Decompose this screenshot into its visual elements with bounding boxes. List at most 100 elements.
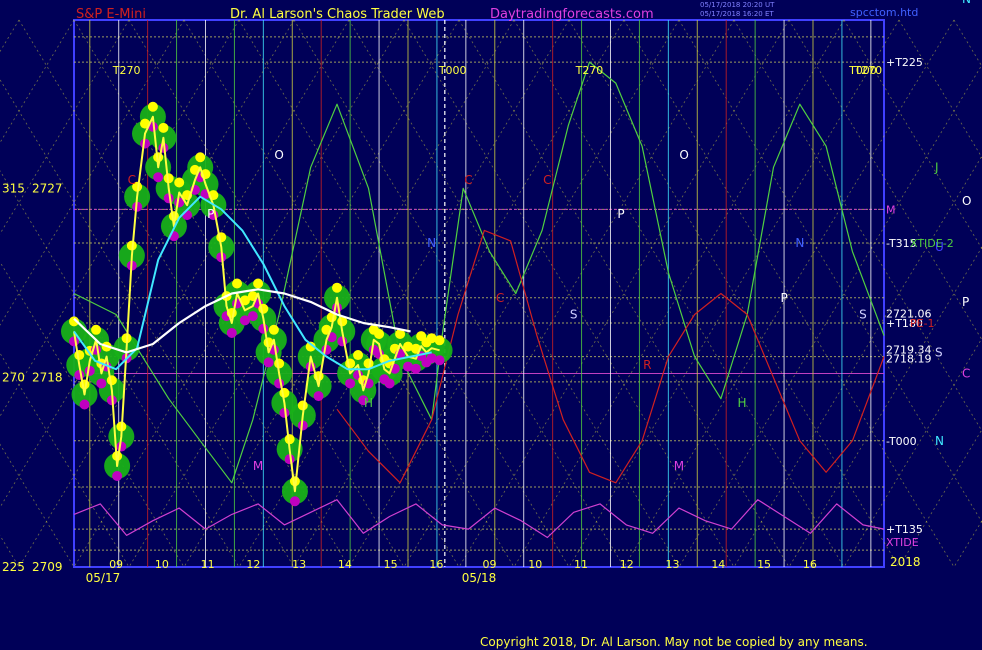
lattice-line [733,155,982,568]
x-tick-hour: 10 [155,558,169,571]
x-tick-hour: 12 [620,558,634,571]
high-dot [147,101,158,112]
planet-letter: M [674,459,684,473]
far-right-letter: S [935,345,943,359]
low-dot [258,323,269,334]
planet-letter: C [543,173,551,187]
top-marker-label: T270 [853,64,882,77]
planet-letter: H [364,396,373,410]
low-dot [74,370,85,381]
high-dot [232,278,243,289]
right-level-label: 2718.19 [886,353,932,366]
lattice-line [0,19,240,417]
far-right-letter: O [962,194,971,208]
x-date-label: 05/17 [86,571,121,585]
low-dot [434,355,445,366]
low-dot [289,496,300,507]
x-tick-hour: 16 [803,558,817,571]
lattice-line [843,19,982,250]
low-dot [153,172,164,183]
y-tick-price: 2718 [32,371,63,385]
planet-letter: N [427,236,436,250]
lattice-line [953,519,982,568]
high-dot [434,335,445,346]
planet-letter: C [464,173,472,187]
x-tick-hour: 14 [711,558,725,571]
lattice-line [843,337,982,568]
y-tick-price: 2727 [32,181,63,195]
low-dot [384,378,395,389]
lattice-line [0,443,75,568]
right-level-label: -T000 [886,435,917,448]
instrument-label: S&P E-Mini [76,7,146,22]
x-tick-hour: 12 [246,558,260,571]
x-tick-hour: 11 [574,558,588,571]
low-dot [331,302,342,313]
high-dot [331,282,342,293]
planet-letter: R [643,358,651,372]
low-dot [345,378,356,389]
plot-frame [73,19,885,568]
lattice-line [953,19,982,68]
lattice-line [0,19,20,53]
x-tick-hour: 09 [109,558,123,571]
planet-letter: C [128,173,136,187]
copyright: Copyright 2018, Dr. Al Larson. May not b… [480,635,868,649]
page-title: Dr. Al Larson's Chaos Trader Web [230,7,445,22]
lattice-line [0,19,185,326]
high-dot [174,177,185,188]
low-dot [79,399,90,410]
low-dot [313,391,324,402]
lattice-line [898,428,982,568]
high-dot [374,328,385,339]
cot-lines [73,61,885,539]
x-tick-hour: 13 [666,558,680,571]
x-tick-hour: 14 [338,558,352,571]
timestamp-et: 05/17/2018 16:20 ET [700,10,774,18]
planet-letter: S [859,308,867,322]
planet-letter: N [795,236,804,250]
right-level-label: M [886,203,896,216]
planet-letter: S [570,308,578,322]
high-dot [353,350,364,361]
right-level-label: XTIDE-2 [910,237,954,250]
low-dot [182,210,193,221]
top-marker-label: T270 [575,64,604,77]
series-cot_green [73,61,885,484]
planet-letter: P [780,291,787,305]
background-grid [0,19,982,568]
lattice-line [0,170,240,568]
right-level-label: +T225 [886,56,923,69]
far-right-letter: J [934,160,939,174]
planet-letter: O [274,148,283,162]
planet-letter: C [496,291,504,305]
x-tick-hour: 16 [429,558,443,571]
right-level-label: XTIDE [886,536,919,549]
lattice-line [733,19,982,432]
low-dot [112,471,123,482]
planet-letter: P [617,207,624,221]
x-tick-hour: 15 [757,558,771,571]
high-dot [195,152,206,163]
year-label: 2018 [890,555,921,569]
high-dot [274,358,285,369]
lattice-line [788,246,982,568]
planet-letter: H [737,396,746,410]
far-right-letter: U [935,240,944,254]
lattice-line [0,534,20,568]
lattice-line [0,261,185,568]
lattice-line [788,19,982,341]
y-tick-price: 2709 [32,560,63,574]
lattice-line [678,19,982,524]
chaos-trader-chart: 315 2727 270 2718 225 2709 09 10 11 12 13 14 15 16 09 1… [0,0,982,649]
x-date-label: 05/18 [462,571,497,585]
planet-letter: P [207,207,214,221]
low-dot [247,311,258,322]
planet-letter: M [253,459,263,473]
lattice-line [898,19,982,159]
series-xtide [73,499,885,539]
top-marker-label: T270 [112,64,141,77]
high-dot [158,122,169,133]
site-link[interactable]: Daytradingforecasts.com [490,7,654,22]
high-dot [253,278,264,289]
